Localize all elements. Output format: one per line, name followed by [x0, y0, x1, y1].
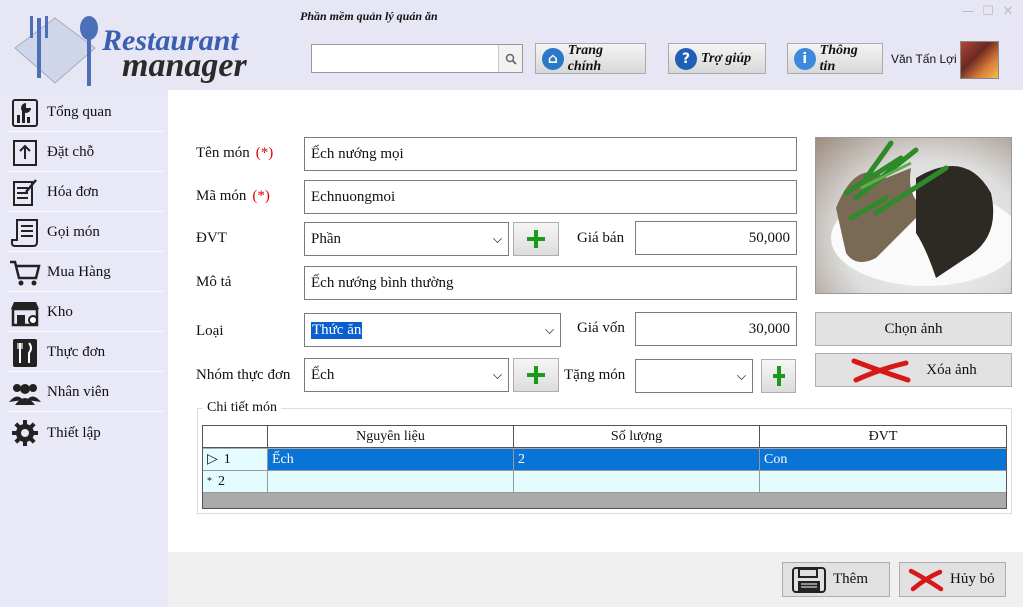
- sidebar: Tổng quan Đặt chỗ Hóa đơn Gọi món Mua Hà…: [0, 92, 165, 607]
- red-x-icon: [908, 568, 944, 591]
- row-header[interactable]: ▷ 1: [203, 449, 268, 471]
- help-button[interactable]: ? Trợ giúp: [668, 43, 766, 74]
- detail-group-legend: Chi tiết món: [203, 400, 281, 416]
- category-label: Loại: [196, 323, 224, 339]
- gift-dish-label: Tặng món: [564, 367, 626, 383]
- choose-image-button[interactable]: Chọn ảnh: [815, 312, 1012, 346]
- cancel-button[interactable]: Hủy bỏ: [899, 562, 1006, 597]
- column-header-unit[interactable]: ĐVT: [760, 426, 1006, 448]
- row-header[interactable]: * 2: [203, 471, 268, 493]
- home-icon: ⌂: [542, 47, 564, 70]
- warehouse-icon: [8, 296, 42, 330]
- description-field[interactable]: Ếch nướng bình thường: [304, 266, 797, 300]
- sidebar-item-reservation[interactable]: Đặt chỗ: [8, 134, 163, 172]
- save-floppy-icon: [792, 566, 826, 593]
- dashboard-icon: [8, 96, 42, 130]
- sidebar-item-invoice[interactable]: Hóa đơn: [8, 174, 163, 212]
- window-controls: — ☐ ✕: [959, 4, 1017, 19]
- required-mark: (*): [252, 188, 270, 204]
- order-list-icon: [8, 216, 42, 250]
- avatar[interactable]: [960, 41, 999, 79]
- close-icon[interactable]: ✕: [999, 4, 1017, 19]
- add-menu-group-button[interactable]: [513, 358, 559, 392]
- sidebar-item-settings[interactable]: Thiết lập: [8, 414, 163, 452]
- people-icon: [8, 376, 42, 410]
- upload-box-icon: [8, 136, 42, 170]
- cost-price-label: Giá vốn: [577, 320, 625, 336]
- chevron-down-icon: [493, 370, 502, 379]
- delete-image-button[interactable]: Xóa ảnh: [815, 353, 1012, 387]
- row-pointer-icon: ▷: [207, 452, 218, 467]
- plus-icon: [772, 366, 785, 386]
- chevron-down-icon: [737, 371, 746, 380]
- search-button[interactable]: [498, 45, 522, 72]
- restaurant-manager-logo: Restaurant manager: [14, 16, 247, 86]
- table-row[interactable]: ▷ 1 Ếch 2 Con: [203, 449, 1006, 471]
- menu-group-label: Nhóm thực đơn: [196, 367, 291, 383]
- sidebar-item-overview[interactable]: Tổng quan: [8, 94, 163, 132]
- menu-fork-knife-icon: [8, 336, 42, 370]
- add-gift-dish-button[interactable]: [761, 359, 796, 393]
- table-row[interactable]: * 2: [203, 471, 1006, 493]
- sidebar-item-order[interactable]: Gọi món: [8, 214, 163, 252]
- sale-price-field[interactable]: 50,000: [635, 221, 797, 255]
- cost-price-field[interactable]: 30,000: [635, 312, 797, 346]
- new-row-asterisk-icon: *: [207, 476, 212, 487]
- grid-header-row: Nguyên liệu Số lượng ĐVT: [203, 426, 1006, 448]
- dish-photo: [815, 137, 1012, 294]
- search-box: [311, 44, 523, 73]
- svg-text:manager: manager: [122, 47, 247, 84]
- header-bar: Restaurant manager Phần mềm quản lý quán…: [0, 0, 1023, 90]
- category-select[interactable]: Thức ăn: [304, 313, 561, 347]
- sidebar-item-staff[interactable]: Nhân viên: [8, 374, 163, 412]
- plus-icon: [527, 366, 545, 384]
- sidebar-item-purchase[interactable]: Mua Hàng: [8, 254, 163, 292]
- cell-ingredient[interactable]: Ếch: [268, 449, 514, 471]
- chevron-down-icon: [493, 234, 502, 243]
- dish-code-label: Mã món (*): [196, 188, 270, 204]
- chevron-down-icon: [545, 325, 554, 334]
- menu-group-select[interactable]: Ếch: [304, 358, 509, 392]
- cell-unit[interactable]: Con: [760, 449, 1006, 471]
- required-mark: (*): [255, 145, 274, 161]
- cell-ingredient[interactable]: [268, 471, 514, 493]
- column-header-ingredient[interactable]: Nguyên liệu: [268, 426, 514, 448]
- dish-name-field[interactable]: Ếch nướng mọi: [304, 137, 797, 171]
- footer-bar: [168, 552, 1023, 607]
- sale-price-label: Giá bán: [577, 230, 625, 246]
- sidebar-item-menu[interactable]: Thực đơn: [8, 334, 163, 372]
- minimize-icon[interactable]: —: [959, 4, 977, 19]
- cell-quantity[interactable]: [514, 471, 760, 493]
- unit-select[interactable]: Phần: [304, 222, 509, 256]
- description-label: Mô tả: [196, 274, 232, 290]
- info-button[interactable]: i Thông tin: [787, 43, 883, 74]
- cell-unit[interactable]: [760, 471, 1006, 493]
- user-name: Văn Tấn Lợi: [891, 52, 957, 66]
- gear-icon: [8, 416, 42, 450]
- invoice-icon: [8, 176, 42, 210]
- help-icon: ?: [675, 47, 697, 70]
- add-unit-button[interactable]: [513, 222, 559, 256]
- cart-icon: [8, 256, 42, 290]
- home-button[interactable]: ⌂ Trang chính: [535, 43, 646, 74]
- plus-icon: [527, 230, 545, 248]
- detail-grid: Nguyên liệu Số lượng ĐVT ▷ 1 Ếch 2 Con * 2: [202, 425, 1007, 509]
- info-icon: i: [794, 47, 816, 70]
- maximize-icon[interactable]: ☐: [979, 4, 997, 19]
- red-x-icon: [851, 358, 911, 383]
- search-input[interactable]: [312, 45, 498, 72]
- column-header-quantity[interactable]: Số lượng: [514, 426, 760, 448]
- dish-name-label: Tên món (*): [196, 145, 274, 161]
- add-button[interactable]: Thêm: [782, 562, 890, 597]
- unit-label: ĐVT: [196, 230, 227, 246]
- cell-quantity[interactable]: 2: [514, 449, 760, 471]
- sidebar-item-warehouse[interactable]: Kho: [8, 294, 163, 332]
- search-icon: [505, 53, 517, 65]
- gift-dish-select[interactable]: [635, 359, 753, 393]
- app-title: Phần mềm quản lý quán ăn: [300, 9, 438, 23]
- dish-code-field[interactable]: Echnuongmoi: [304, 180, 797, 214]
